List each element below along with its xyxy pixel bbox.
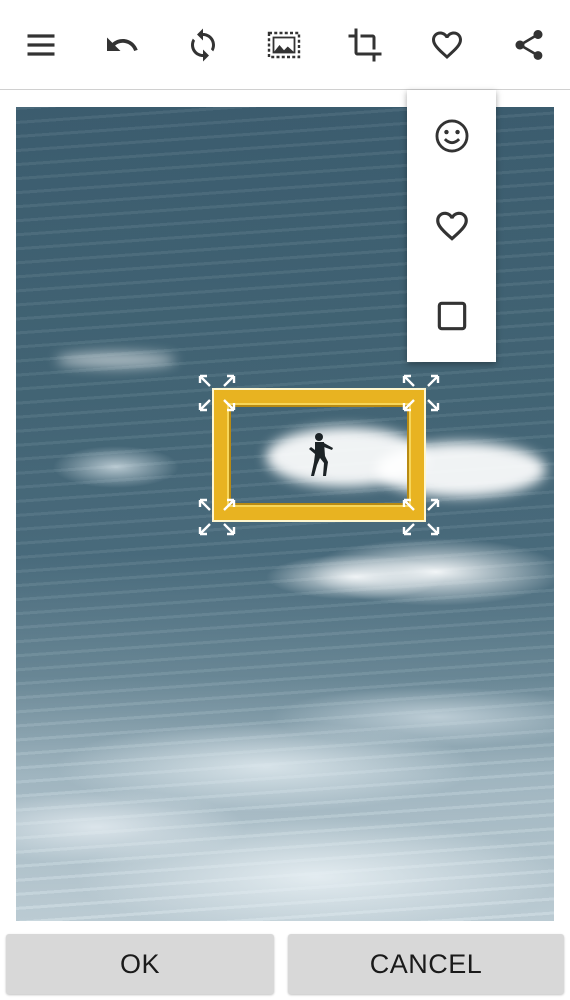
- cancel-button[interactable]: CANCEL: [288, 934, 564, 994]
- menu-item-square[interactable]: [407, 272, 496, 360]
- heart-icon: [432, 31, 462, 60]
- favorite-button[interactable]: [422, 20, 472, 70]
- image-frame-icon: [267, 31, 301, 59]
- rotate-icon: [191, 28, 215, 62]
- gold-frame-sticker[interactable]: [214, 390, 424, 520]
- resize-handle-top-left[interactable]: [197, 373, 237, 413]
- expand-arrows-icon: [198, 498, 236, 536]
- resize-handle-bottom-right[interactable]: [401, 497, 441, 537]
- expand-arrows-icon: [402, 498, 440, 536]
- smiley-icon: [435, 119, 468, 153]
- frame-button[interactable]: [259, 20, 309, 70]
- sticker-popup-menu: [407, 90, 496, 362]
- ok-button[interactable]: OK: [6, 934, 274, 994]
- heart-outline-icon: [435, 211, 468, 241]
- top-toolbar: [0, 0, 570, 90]
- expand-arrows-icon: [402, 374, 440, 412]
- menu-item-heart[interactable]: [407, 182, 496, 270]
- undo-button[interactable]: [97, 20, 147, 70]
- menu-item-smiley[interactable]: [407, 92, 496, 180]
- gold-frame: [214, 390, 424, 520]
- menu-icon: [27, 34, 55, 56]
- crop-button[interactable]: [340, 20, 390, 70]
- resize-handle-top-right[interactable]: [401, 373, 441, 413]
- square-icon: [437, 301, 466, 331]
- undo-icon: [107, 37, 138, 51]
- expand-arrows-icon: [198, 374, 236, 412]
- menu-button[interactable]: [16, 20, 66, 70]
- share-button[interactable]: [504, 20, 554, 70]
- crop-icon: [348, 28, 382, 62]
- wave-crest: [56, 352, 176, 368]
- resize-handle-bottom-left[interactable]: [197, 497, 237, 537]
- rotate-button[interactable]: [178, 20, 228, 70]
- share-icon: [515, 30, 543, 60]
